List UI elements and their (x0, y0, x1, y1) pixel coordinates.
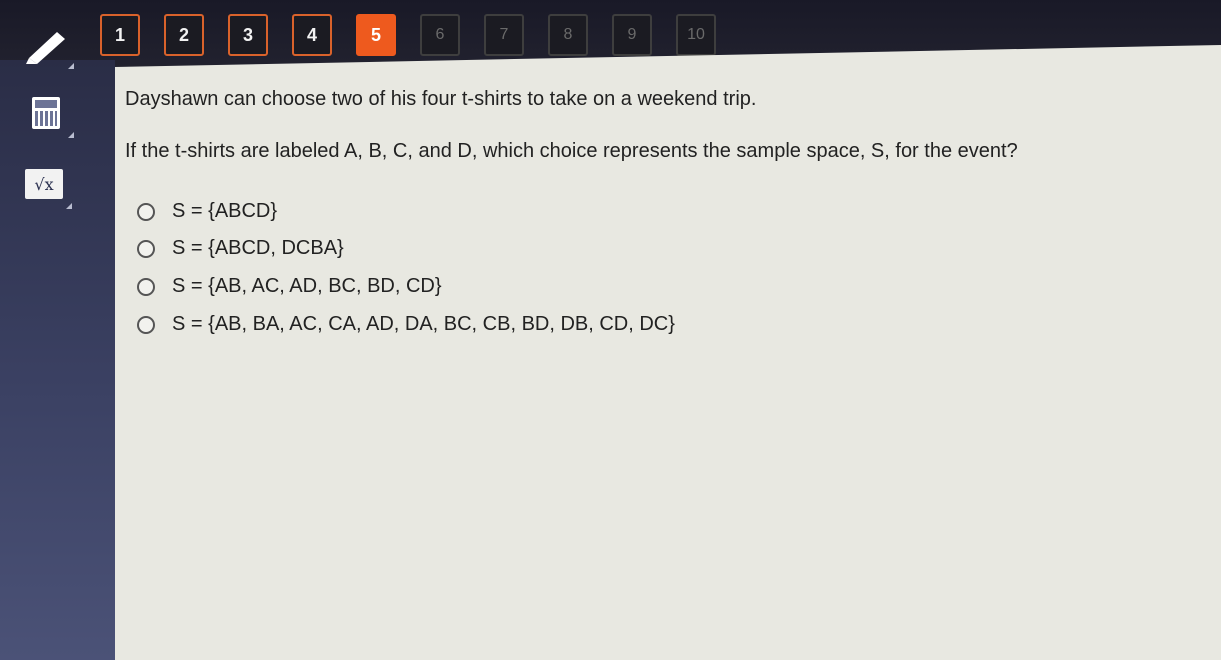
square-root-icon: √x (25, 169, 63, 199)
answer-choice-d[interactable]: S = {AB, BA, AC, CA, AD, DA, BC, CB, BD,… (137, 313, 675, 336)
tool-expand-indicator (68, 132, 74, 138)
question-nav-button-7[interactable]: 7 (484, 14, 524, 56)
answer-choice-b[interactable]: S = {ABCD, DCBA} (137, 237, 344, 260)
radio-button[interactable] (137, 315, 155, 334)
question-nav-button-4[interactable]: 4 (292, 14, 332, 56)
question-panel: Dayshawn can choose two of his four t-sh… (115, 45, 1221, 660)
answer-choice-c[interactable]: S = {AB, AC, AD, BC, BD, CD} (137, 275, 442, 298)
radio-button[interactable] (137, 277, 155, 296)
radio-button[interactable] (137, 239, 155, 258)
pencil-icon (26, 32, 65, 64)
question-nav-button-10[interactable]: 10 (676, 14, 716, 56)
answer-choice-text: S = {AB, BA, AC, CA, AD, DA, BC, CB, BD,… (172, 313, 675, 335)
calculator-tool-button[interactable] (14, 84, 78, 142)
calculator-icon (32, 97, 60, 129)
reference-sheet-tool-button[interactable]: √x (12, 155, 76, 213)
question-nav-button-8[interactable]: 8 (548, 14, 588, 56)
answer-choice-text: S = {AB, AC, AD, BC, BD, CD} (172, 275, 442, 297)
answer-choice-a[interactable]: S = {ABCD} (137, 200, 277, 223)
question-stem-line-2: If the t-shirts are labeled A, B, C, and… (125, 140, 1018, 162)
pencil-tool-button[interactable] (14, 15, 78, 73)
question-nav-button-2[interactable]: 2 (164, 14, 204, 56)
question-nav-button-9[interactable]: 9 (612, 14, 652, 56)
tool-expand-indicator (68, 63, 74, 69)
question-nav-button-5[interactable]: 5 (356, 14, 396, 56)
answer-choice-text: S = {ABCD} (172, 200, 278, 222)
question-nav-button-6[interactable]: 6 (420, 14, 460, 56)
radio-button[interactable] (137, 202, 155, 221)
question-stem-line-1: Dayshawn can choose two of his four t-sh… (125, 88, 757, 110)
tool-expand-indicator (66, 203, 72, 209)
tool-rail (0, 60, 115, 660)
answer-choice-text: S = {ABCD, DCBA} (172, 237, 344, 259)
question-nav-button-3[interactable]: 3 (228, 14, 268, 56)
question-nav-button-1[interactable]: 1 (100, 14, 140, 56)
